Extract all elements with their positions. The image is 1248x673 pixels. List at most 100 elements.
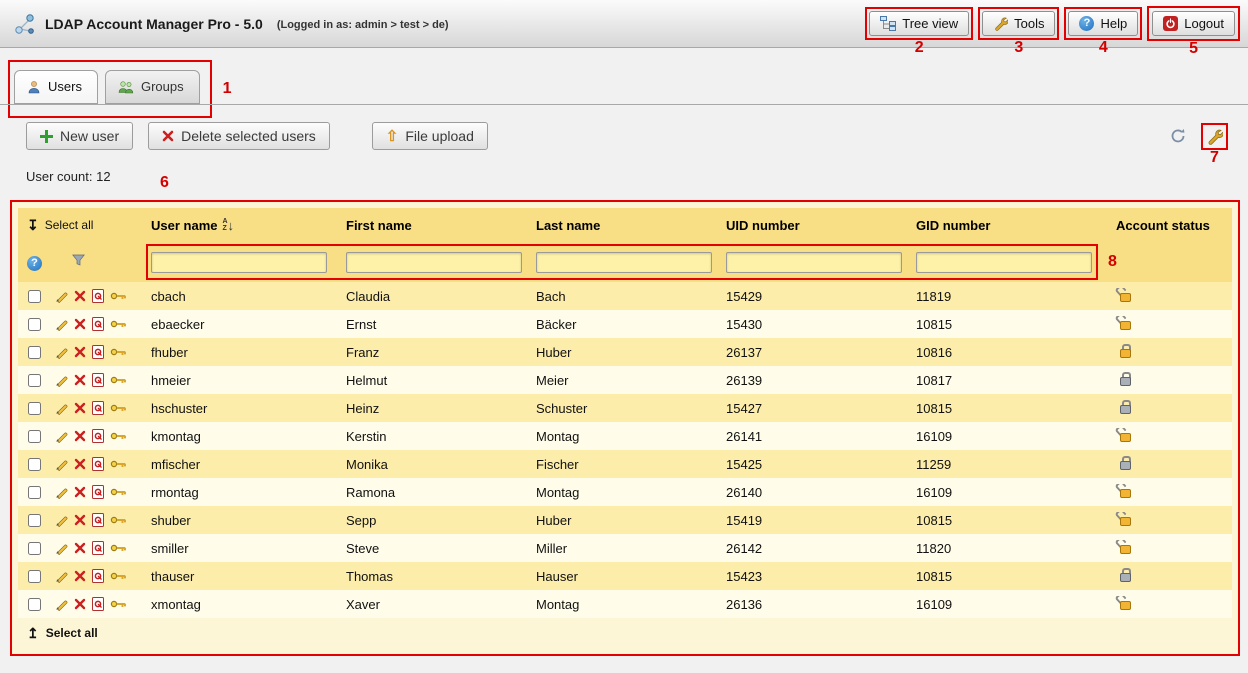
cell-firstname: Ernst (343, 317, 533, 332)
edit-icon[interactable] (55, 318, 68, 331)
pdf-icon[interactable] (92, 541, 104, 555)
key-icon[interactable] (110, 431, 127, 441)
table-row: thauser Thomas Hauser 15423 10815 (18, 562, 1232, 590)
delete-icon[interactable] (74, 402, 86, 414)
edit-icon[interactable] (55, 290, 68, 303)
filter-firstname-input[interactable] (346, 252, 522, 273)
delete-icon[interactable] (74, 374, 86, 386)
delete-icon[interactable] (74, 570, 86, 582)
filter-lastname-input[interactable] (536, 252, 712, 273)
row-checkbox[interactable] (28, 486, 41, 499)
filter-help-icon[interactable]: ? (27, 256, 42, 271)
row-checkbox[interactable] (28, 514, 41, 527)
edit-icon[interactable] (55, 570, 68, 583)
cell-uid: 26137 (723, 345, 913, 360)
delete-icon[interactable] (74, 346, 86, 358)
key-icon[interactable] (110, 403, 127, 413)
delete-icon[interactable] (74, 598, 86, 610)
tab-groups[interactable]: Groups (105, 70, 200, 104)
key-icon[interactable] (110, 571, 127, 581)
red-x-icon (162, 130, 174, 142)
account-status-icon (1118, 512, 1132, 526)
pdf-icon[interactable] (92, 513, 104, 527)
refresh-icon[interactable] (1170, 128, 1186, 144)
new-user-button[interactable]: New user (26, 122, 133, 150)
delete-selected-users-button[interactable]: Delete selected users (148, 122, 330, 150)
edit-icon[interactable] (55, 374, 68, 387)
cell-uid: 26136 (723, 597, 913, 612)
annotation-box-1: Users Groups 1 (8, 60, 212, 118)
edit-icon[interactable] (55, 514, 68, 527)
key-icon[interactable] (110, 543, 127, 553)
edit-icon[interactable] (55, 486, 68, 499)
edit-icon[interactable] (55, 458, 68, 471)
tab-users[interactable]: Users (14, 70, 98, 104)
row-checkbox[interactable] (28, 318, 41, 331)
edit-icon[interactable] (55, 598, 68, 611)
row-checkbox[interactable] (28, 542, 41, 555)
tools-button[interactable]: Tools (982, 11, 1055, 36)
key-icon[interactable] (110, 515, 127, 525)
key-icon[interactable] (110, 319, 127, 329)
filter-username-input[interactable] (151, 252, 327, 273)
cell-username: hmeier (148, 373, 343, 388)
select-all-bottom[interactable]: ↥ Select all (18, 618, 1232, 648)
key-icon[interactable] (110, 487, 127, 497)
key-icon[interactable] (110, 459, 127, 469)
pdf-icon[interactable] (92, 457, 104, 471)
table-row: kmontag Kerstin Montag 26141 16109 (18, 422, 1232, 450)
pdf-icon[interactable] (92, 569, 104, 583)
key-icon[interactable] (110, 375, 127, 385)
delete-icon[interactable] (74, 318, 86, 330)
logout-button[interactable]: Logout (1152, 11, 1235, 36)
key-icon[interactable] (110, 291, 127, 301)
filter-gid-input[interactable] (916, 252, 1092, 273)
edit-icon[interactable] (55, 430, 68, 443)
delete-icon[interactable] (74, 486, 86, 498)
file-upload-label: File upload (405, 128, 474, 144)
tree-view-button[interactable]: Tree view (869, 11, 969, 36)
row-checkbox[interactable] (28, 458, 41, 471)
edit-icon[interactable] (55, 346, 68, 359)
wrench-icon (993, 16, 1008, 31)
delete-icon[interactable] (74, 542, 86, 554)
pdf-icon[interactable] (92, 401, 104, 415)
pdf-icon[interactable] (92, 373, 104, 387)
key-icon[interactable] (110, 347, 127, 357)
edit-icon[interactable] (55, 402, 68, 415)
top-bar: LDAP Account Manager Pro - 5.0 (Logged i… (0, 0, 1248, 48)
delete-icon[interactable] (74, 458, 86, 470)
pdf-icon[interactable] (92, 289, 104, 303)
pdf-icon[interactable] (92, 345, 104, 359)
cell-uid: 26140 (723, 485, 913, 500)
group-icon (118, 80, 134, 94)
help-button[interactable]: ? Help (1068, 11, 1138, 36)
delete-icon[interactable] (74, 430, 86, 442)
account-status-icon (1118, 568, 1132, 582)
select-all-top[interactable]: ↧ Select all (18, 217, 148, 234)
file-upload-button[interactable]: ⇧ File upload (372, 122, 488, 150)
row-checkbox[interactable] (28, 374, 41, 387)
row-checkbox[interactable] (28, 570, 41, 583)
delete-icon[interactable] (74, 514, 86, 526)
delete-icon[interactable] (74, 290, 86, 302)
cell-firstname: Steve (343, 541, 533, 556)
row-checkbox[interactable] (28, 430, 41, 443)
row-checkbox[interactable] (28, 346, 41, 359)
key-icon[interactable] (110, 599, 127, 609)
sort-icon[interactable]: A Z ↓ (222, 218, 234, 232)
table-row: shuber Sepp Huber 15419 10815 (18, 506, 1232, 534)
row-checkbox[interactable] (28, 402, 41, 415)
filter-funnel-icon[interactable] (72, 254, 85, 267)
pdf-icon[interactable] (92, 597, 104, 611)
pdf-icon[interactable] (92, 485, 104, 499)
row-checkbox[interactable] (28, 290, 41, 303)
cell-username: hschuster (148, 401, 343, 416)
filter-uid-input[interactable] (726, 252, 902, 273)
pdf-icon[interactable] (92, 317, 104, 331)
settings-wrench-icon[interactable] (1206, 128, 1223, 145)
row-checkbox[interactable] (28, 598, 41, 611)
filter-row: ? 8 (18, 242, 1232, 282)
pdf-icon[interactable] (92, 429, 104, 443)
edit-icon[interactable] (55, 542, 68, 555)
